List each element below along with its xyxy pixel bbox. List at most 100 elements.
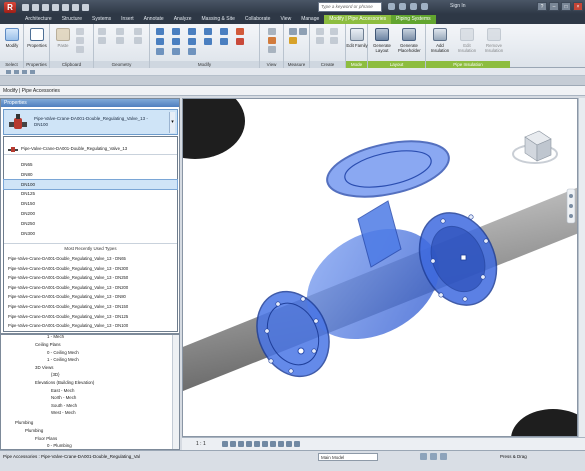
- type-selector[interactable]: Pipe-Valve-Crane-DA001-Double_Regulating…: [3, 109, 178, 135]
- viewcube[interactable]: [512, 130, 558, 164]
- list-item-dn300[interactable]: DN300: [4, 229, 177, 239]
- design-options-icon[interactable]: [430, 453, 437, 460]
- search-input[interactable]: Type a keyword or phrase: [318, 2, 382, 12]
- mru-item[interactable]: Pipe-Valve-Crane-DA001-Double_Regulating…: [4, 321, 177, 331]
- pin-icon[interactable]: [156, 48, 164, 55]
- measure-icon[interactable]: [72, 3, 79, 11]
- tab-manage[interactable]: Manage: [296, 15, 324, 24]
- tab-collaborate[interactable]: Collaborate: [240, 15, 276, 24]
- tree-item[interactable]: Floor Plans: [35, 436, 57, 441]
- view-scale[interactable]: 1 : 1: [196, 441, 206, 447]
- move-icon[interactable]: [156, 38, 164, 45]
- filter-icon[interactable]: [440, 453, 447, 460]
- tree-item[interactable]: Plumbing: [15, 420, 33, 425]
- mru-item[interactable]: Pipe-Valve-Crane-DA001-Double_Regulating…: [4, 292, 177, 302]
- undo-icon[interactable]: [42, 3, 49, 11]
- communication-icon[interactable]: [410, 3, 417, 10]
- add-insulation-button[interactable]: Add Insulation: [429, 27, 451, 57]
- detail-level-icon[interactable]: [222, 441, 228, 447]
- cope-icon[interactable]: [98, 28, 106, 35]
- redo-icon[interactable]: [52, 3, 59, 11]
- browser-scrollbar[interactable]: [172, 335, 179, 449]
- dimension-icon[interactable]: [289, 37, 297, 44]
- offset-icon[interactable]: [172, 28, 180, 35]
- tree-item[interactable]: 0 - Plumbing: [47, 443, 72, 448]
- search-icon[interactable]: [388, 3, 395, 10]
- 3d-viewport[interactable]: [182, 98, 578, 437]
- split-icon[interactable]: [220, 28, 228, 35]
- open-icon[interactable]: [22, 3, 29, 11]
- tree-item[interactable]: Ceiling Plans: [35, 342, 61, 347]
- lock-view-icon[interactable]: [278, 441, 284, 447]
- tab-architecture[interactable]: Architecture: [20, 15, 57, 24]
- tree-item[interactable]: 0 - Ceiling Mech: [47, 350, 79, 355]
- generate-layout-button[interactable]: Generate Layout: [371, 27, 393, 57]
- close-button[interactable]: ×: [573, 2, 583, 11]
- tab-analyze[interactable]: Analyze: [169, 15, 197, 24]
- options-icon-3[interactable]: [22, 70, 27, 74]
- render-icon[interactable]: [254, 441, 260, 447]
- linework-icon[interactable]: [268, 46, 276, 53]
- help-icon[interactable]: ?: [537, 2, 547, 11]
- tab-modify-pipe-accessories[interactable]: Modify | Pipe Accessories: [324, 15, 392, 24]
- cut-geometry-icon[interactable]: [116, 28, 124, 35]
- copy-icon[interactable]: [76, 37, 84, 44]
- hide-isolate-icon[interactable]: [286, 441, 292, 447]
- edit-insulation-button[interactable]: Edit Insulation: [456, 27, 478, 57]
- tree-item[interactable]: 3D Views: [35, 365, 53, 370]
- tab-massing-site[interactable]: Massing & Site: [197, 15, 240, 24]
- override-graphics-icon[interactable]: [268, 37, 276, 44]
- delete-icon[interactable]: [236, 38, 244, 45]
- list-item-dn80[interactable]: DN80: [4, 170, 177, 180]
- create-group-icon[interactable]: [330, 28, 338, 35]
- tab-view[interactable]: View: [275, 15, 296, 24]
- mru-item[interactable]: Pipe-Valve-Crane-DA001-Double_Regulating…: [4, 312, 177, 322]
- list-item-dn65[interactable]: DN65: [4, 160, 177, 170]
- shadows-icon[interactable]: [246, 441, 252, 447]
- mru-item[interactable]: Pipe-Valve-Crane-DA001-Double_Regulating…: [4, 254, 177, 264]
- generate-placeholder-button[interactable]: Generate Placeholder: [398, 27, 421, 57]
- mirror-axis-icon[interactable]: [188, 28, 196, 35]
- join-geometry-icon[interactable]: [134, 28, 142, 35]
- unpin-icon[interactable]: [172, 48, 180, 55]
- align-icon[interactable]: [156, 28, 164, 35]
- options-icon-1[interactable]: [6, 70, 11, 74]
- flip-control[interactable]: [297, 347, 305, 355]
- match-type-icon[interactable]: [76, 46, 84, 53]
- edit-family-button[interactable]: Edit Family: [346, 27, 368, 57]
- modify-button[interactable]: Modify: [1, 27, 23, 57]
- trim-extend-icon[interactable]: [188, 48, 196, 55]
- tab-annotate[interactable]: Annotate: [139, 15, 169, 24]
- tree-item[interactable]: East - Mech: [51, 388, 74, 393]
- mirror-draw-icon[interactable]: [204, 28, 212, 35]
- tree-item[interactable]: Plumbing: [25, 428, 43, 433]
- minimize-button[interactable]: –: [549, 2, 559, 11]
- cut-clipboard-icon[interactable]: [76, 28, 84, 35]
- tree-item[interactable]: {3D}: [51, 372, 60, 377]
- connector-grip[interactable]: [460, 254, 467, 261]
- subscription-icon[interactable]: [399, 3, 406, 10]
- tab-insert[interactable]: Insert: [116, 15, 139, 24]
- create-parts-icon[interactable]: [330, 37, 338, 44]
- rotate-icon[interactable]: [188, 38, 196, 45]
- measure-between-icon[interactable]: [289, 28, 297, 35]
- remove-insulation-button[interactable]: Remove Insulation: [483, 27, 505, 57]
- sun-path-icon[interactable]: [238, 441, 244, 447]
- scale-icon[interactable]: [220, 38, 228, 45]
- active-model-select[interactable]: Main Model: [318, 453, 378, 461]
- tab-systems[interactable]: Systems: [87, 15, 116, 24]
- options-icon-2[interactable]: [14, 70, 19, 74]
- mru-item[interactable]: Pipe-Valve-Crane-DA001-Double_Regulating…: [4, 302, 177, 312]
- array-icon[interactable]: [204, 38, 212, 45]
- split-face-icon[interactable]: [98, 37, 106, 44]
- tree-item[interactable]: North - Mech: [51, 395, 76, 400]
- wall-joins-icon[interactable]: [134, 37, 142, 44]
- tree-item[interactable]: South - Mech: [51, 403, 77, 408]
- create-assembly-icon[interactable]: [316, 37, 324, 44]
- viewport-scrollbar[interactable]: [578, 98, 585, 437]
- press-drag-toggle[interactable]: Press & Drag: [500, 454, 527, 459]
- paint-icon[interactable]: [116, 37, 124, 44]
- crop-view-icon[interactable]: [262, 441, 268, 447]
- trim-icon[interactable]: [236, 28, 244, 35]
- measure-along-icon[interactable]: [299, 28, 307, 35]
